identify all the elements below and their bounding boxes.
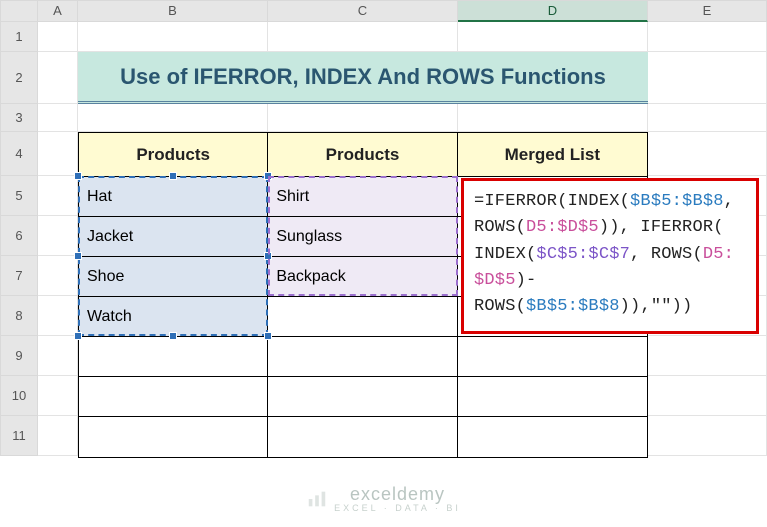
row-header-9[interactable]: 9 <box>0 336 38 376</box>
cell-B6[interactable]: Jacket <box>79 217 268 257</box>
row-header-11[interactable]: 11 <box>0 416 38 456</box>
spreadsheet: A B C D E 1 2 3 4 5 6 7 8 9 10 11 <box>0 0 767 527</box>
formula-display: =IFERROR(INDEX($B$5:$B$8,ROWS(D5:$D$5)),… <box>461 178 759 334</box>
cell-A5[interactable] <box>38 176 78 216</box>
cell-A2[interactable] <box>38 52 78 104</box>
cell-B10[interactable] <box>79 377 268 417</box>
cell-E1[interactable] <box>648 22 767 52</box>
cell-B5[interactable]: Hat <box>79 177 268 217</box>
row-header-1[interactable]: 1 <box>0 22 38 52</box>
cell-A1[interactable] <box>38 22 78 52</box>
cell-B9[interactable] <box>79 337 268 377</box>
col-header-C[interactable]: C <box>268 0 458 22</box>
table-row <box>79 337 647 377</box>
cell-D3[interactable] <box>458 104 648 132</box>
cell-C5[interactable]: Shirt <box>268 177 457 217</box>
cell-C8[interactable] <box>268 297 457 337</box>
cell-A7[interactable] <box>38 256 78 296</box>
range-handle[interactable] <box>169 172 177 180</box>
header-products-1[interactable]: Products <box>79 133 268 177</box>
cell-A6[interactable] <box>38 216 78 256</box>
col-header-D[interactable]: D <box>458 0 648 22</box>
cell-B7[interactable]: Shoe <box>79 257 268 297</box>
table-row <box>79 377 647 417</box>
col-header-E[interactable]: E <box>648 0 767 22</box>
page-title: Use of IFERROR, INDEX And ROWS Functions <box>78 52 648 104</box>
cell-C3[interactable] <box>268 104 458 132</box>
cell-E4[interactable] <box>648 132 767 176</box>
range-handle[interactable] <box>74 252 82 260</box>
cell-E10[interactable] <box>648 376 767 416</box>
cell-D11[interactable] <box>458 417 647 457</box>
row-header-4[interactable]: 4 <box>0 132 38 176</box>
cell-A9[interactable] <box>38 336 78 376</box>
cell-E9[interactable] <box>648 336 767 376</box>
chart-icon <box>306 488 328 510</box>
range-handle[interactable] <box>264 252 272 260</box>
row-header-8[interactable]: 8 <box>0 296 38 336</box>
select-all-corner[interactable] <box>0 0 38 22</box>
row-header-5[interactable]: 5 <box>0 176 38 216</box>
cell-D9[interactable] <box>458 337 647 377</box>
row-header-7[interactable]: 7 <box>0 256 38 296</box>
cell-B11[interactable] <box>79 417 268 457</box>
cell-D1[interactable] <box>458 22 648 52</box>
cell-D10[interactable] <box>458 377 647 417</box>
watermark-sub: EXCEL · DATA · BI <box>334 503 461 513</box>
cell-B3[interactable] <box>78 104 268 132</box>
watermark-brand: exceldemy <box>350 484 445 504</box>
col-header-A[interactable]: A <box>38 0 78 22</box>
cell-E11[interactable] <box>648 416 767 456</box>
col-header-B[interactable]: B <box>78 0 268 22</box>
range-handle[interactable] <box>264 332 272 340</box>
range-handle[interactable] <box>264 172 272 180</box>
cell-B8[interactable]: Watch <box>79 297 268 337</box>
cell-C1[interactable] <box>268 22 458 52</box>
range-handle[interactable] <box>169 332 177 340</box>
row-header-6[interactable]: 6 <box>0 216 38 256</box>
cell-A3[interactable] <box>38 104 78 132</box>
table-header-row: Products Products Merged List <box>79 133 647 177</box>
column-headers: A B C D E <box>0 0 767 22</box>
cell-E3[interactable] <box>648 104 767 132</box>
range-handle[interactable] <box>74 332 82 340</box>
cell-E2[interactable] <box>648 52 767 104</box>
cell-C7[interactable]: Backpack <box>268 257 457 297</box>
cell-A8[interactable] <box>38 296 78 336</box>
watermark: exceldemy EXCEL · DATA · BI <box>0 484 767 513</box>
header-products-2[interactable]: Products <box>268 133 457 177</box>
cell-C6[interactable]: Sunglass <box>268 217 457 257</box>
row-header-2[interactable]: 2 <box>0 52 38 104</box>
cell-C11[interactable] <box>268 417 457 457</box>
cell-C10[interactable] <box>268 377 457 417</box>
header-merged-list[interactable]: Merged List <box>458 133 647 177</box>
row-header-3[interactable]: 3 <box>0 104 38 132</box>
row-headers: 1 2 3 4 5 6 7 8 9 10 11 <box>0 22 38 456</box>
cell-A4[interactable] <box>38 132 78 176</box>
cell-C9[interactable] <box>268 337 457 377</box>
cell-A11[interactable] <box>38 416 78 456</box>
range-handle[interactable] <box>74 172 82 180</box>
table-row <box>79 417 647 457</box>
row-header-10[interactable]: 10 <box>0 376 38 416</box>
cell-A10[interactable] <box>38 376 78 416</box>
cell-B1[interactable] <box>78 22 268 52</box>
